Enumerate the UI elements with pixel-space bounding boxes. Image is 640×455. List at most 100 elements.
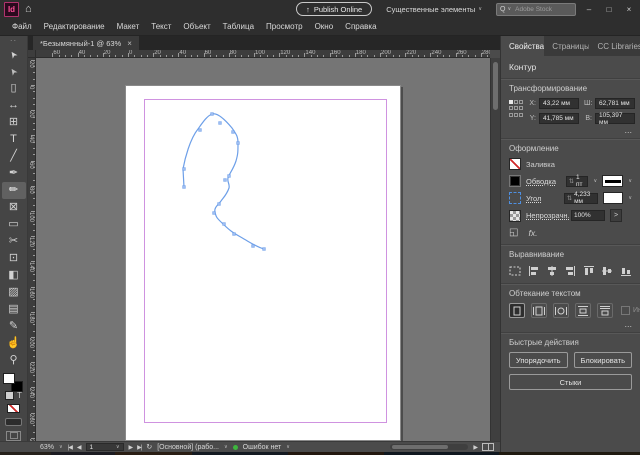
master-chevron-icon[interactable]: ∨ [224,444,228,450]
apply-none-button[interactable] [7,404,20,413]
preflight-status-label[interactable]: Ошибок нет [243,444,282,451]
y-field[interactable]: 41,785 мм [539,113,579,124]
wrap-none-button[interactable] [509,303,525,318]
corner-options-icon[interactable]: ◱ [509,227,518,238]
menu-item-4[interactable]: Объект [177,19,216,34]
wrap-object-shape-button[interactable] [553,303,569,318]
type-tool[interactable]: T [2,131,26,148]
menu-item-7[interactable]: Окно [309,19,340,34]
master-page-indicator[interactable]: [Основной] (рабо... [157,444,219,451]
gradient-feather-tool[interactable]: ▨ [2,284,26,301]
fill-swatch-none[interactable] [2,373,15,384]
line-tool[interactable]: ╱ [2,148,26,165]
preflight-chevron-icon[interactable]: ∨ [286,444,290,450]
opacity-flyout-button[interactable]: > [610,209,622,222]
anchor-point[interactable] [198,128,202,132]
anchor-point[interactable] [231,130,235,134]
refpoint-dot[interactable] [509,112,513,117]
refpoint-dot[interactable] [519,112,523,117]
transform-more-options[interactable]: ... [509,126,632,135]
hand-tool[interactable]: ☝ [2,335,26,352]
refpoint-dot[interactable] [514,100,518,104]
direct-selection-tool[interactable]: ➤ [2,63,26,80]
content-collector-tool[interactable]: ⊞ [2,114,26,131]
align-center-horizontal-button[interactable] [546,264,558,277]
search-input[interactable] [513,4,570,14]
align-options-button[interactable] [509,264,521,277]
opacity-field[interactable]: 100% [571,210,605,221]
page-tool[interactable]: ▯ [2,80,26,97]
document-page[interactable] [125,85,401,441]
vertical-scrollbar-thumb[interactable] [493,62,498,110]
pencil-path-drawing[interactable] [126,86,402,441]
corner-label[interactable]: Угол [526,194,559,203]
page-list-chevron-icon[interactable]: ∨ [116,444,120,450]
anchor-point[interactable] [236,141,240,145]
horizontal-scrollbar[interactable] [390,444,469,450]
anchor-point[interactable] [262,247,266,251]
formatting-affects-container-button[interactable] [5,391,15,401]
width-field[interactable]: 62,781 мм [595,98,635,109]
lock-button[interactable]: Блокировать [573,352,632,368]
wrap-jump-object-button[interactable] [575,303,591,318]
refpoint-dot[interactable] [509,100,513,104]
spread-view-icon[interactable] [482,443,494,451]
scroll-right-arrow-icon[interactable]: ▶ [473,444,478,451]
document-tab[interactable]: *Безымянный-1 @ 63% × [33,36,139,50]
stepper-icon[interactable]: ⇅ [567,195,572,202]
pen-tool[interactable]: ✒ [2,165,26,182]
stepper-icon[interactable]: ⇅ [569,178,574,185]
wrap-bounding-box-button[interactable] [531,303,547,318]
panel-tab-inactive[interactable]: Страницы [544,36,589,56]
panel-tab-inactive[interactable]: CC Libraries [589,36,640,56]
menu-item-5[interactable]: Таблица [217,19,260,34]
next-page-button[interactable]: ▶ [129,444,134,451]
text-wrap-more-options[interactable]: ... [509,320,632,329]
vertical-ruler[interactable]: 2002040608010012014016018020022024026028… [28,58,36,441]
align-center-vertical-button[interactable] [601,264,613,277]
first-page-button[interactable]: |◀ [68,444,73,451]
effects-fx-button[interactable]: fx. [528,228,537,238]
color-theme-tool[interactable]: ✎ [2,318,26,335]
maximize-button[interactable]: □ [602,5,616,14]
tab-close-icon[interactable]: × [127,39,132,48]
anchor-point[interactable] [217,202,221,206]
ruler-corner[interactable] [28,50,36,58]
anchor-point[interactable] [182,167,186,171]
tools-panel-grip[interactable]: ·· [10,36,17,46]
screen-mode-button[interactable] [6,430,21,441]
zoom-tool[interactable]: ⚲ [2,352,26,369]
gap-tool[interactable]: ↔ [2,97,26,114]
fill-color-swatch[interactable] [509,158,521,170]
arrange-button[interactable]: Упорядочить [509,352,568,368]
view-options-button[interactable] [5,417,22,426]
close-button[interactable]: × [622,5,636,14]
refpoint-dot[interactable] [514,112,518,117]
reference-point-selector[interactable] [509,100,523,118]
stroke-color-swatch[interactable] [509,175,521,187]
stroke-weight-field[interactable]: ⇅ 1 пт [565,174,589,188]
horizontal-ruler[interactable]: 60 40 20 0 20 40 60 80 100 120 140 160 180 200 220 240 2… [36,50,490,58]
home-icon[interactable]: ⌂ [25,3,32,15]
anchor-point[interactable] [227,174,231,178]
refpoint-dot[interactable] [519,100,523,104]
align-left-button[interactable] [527,264,539,277]
rectangle-tool[interactable]: ▭ [2,216,26,233]
anchor-point[interactable] [222,222,226,226]
stroke-type-chevron-icon[interactable]: ∨ [628,178,632,184]
adobe-stock-search[interactable]: Q ∨ [496,2,576,16]
vertical-scrollbar[interactable] [490,58,500,441]
scissors-tool[interactable]: ✂ [2,233,26,250]
rectangle-frame-tool[interactable]: ⊠ [2,199,26,216]
joins-button[interactable]: Стыки [509,374,632,390]
anchor-point[interactable] [212,211,216,215]
spread-rotation-icon[interactable]: ↻ [146,443,152,451]
fill-stroke-swatches[interactable] [2,372,26,392]
corner-shape-preview[interactable] [603,192,624,204]
previous-page-button[interactable]: ◀ [77,444,82,451]
pasteboard[interactable] [36,58,490,441]
zoom-level[interactable]: 63% [40,444,54,451]
anchor-point[interactable] [251,244,255,248]
formatting-affects-text-button[interactable]: T [17,391,22,400]
free-transform-tool[interactable]: ⊡ [2,250,26,267]
